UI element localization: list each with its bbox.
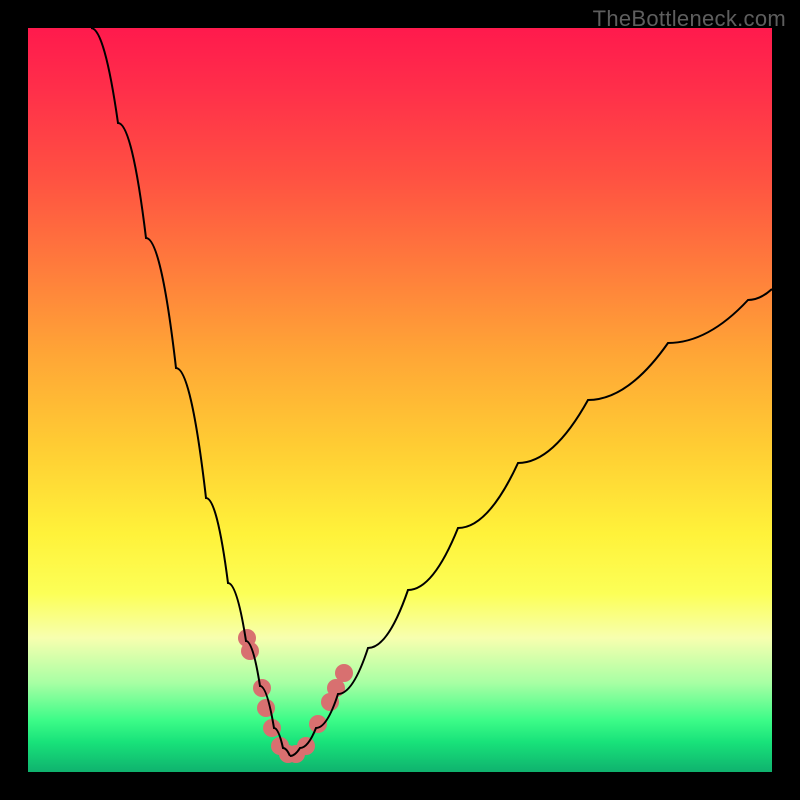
chart-frame: TheBottleneck.com: [0, 0, 800, 800]
curve-right-branch: [290, 289, 772, 756]
trough-dot: [335, 664, 353, 682]
plot-area: [28, 28, 772, 772]
trough-dots-group: [238, 629, 353, 763]
curve-layer: [28, 28, 772, 772]
curve-left-branch: [91, 28, 290, 756]
